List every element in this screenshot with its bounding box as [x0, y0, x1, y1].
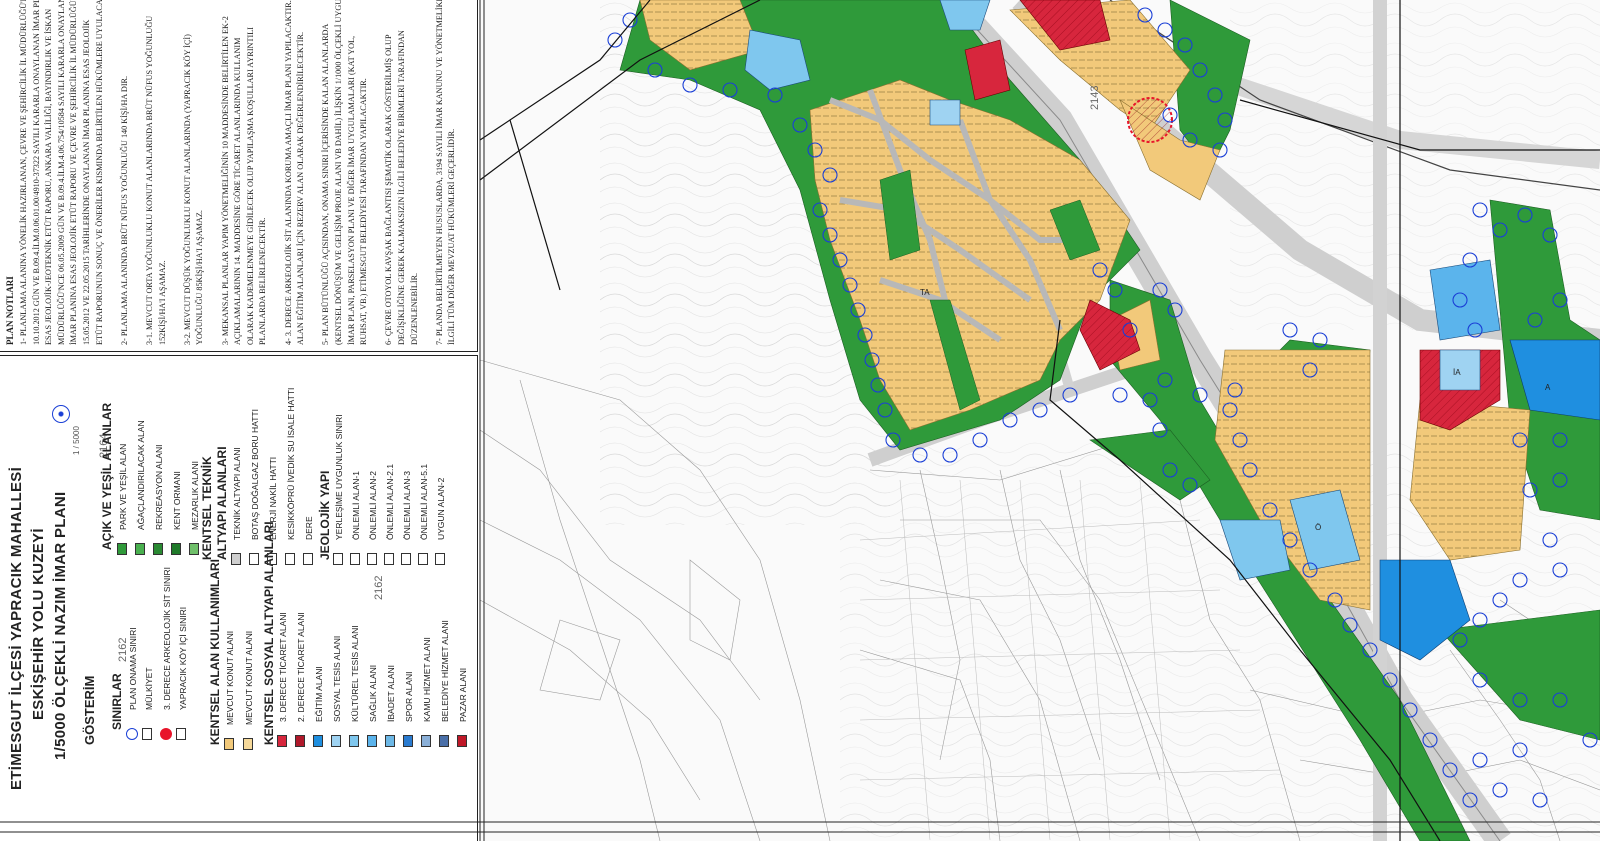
plan-note-line: 4- 3. DERECE ARKEOLOJİK SİT ALANINDA KOR…	[283, 0, 293, 345]
zone-code-label: TA	[920, 288, 930, 297]
zone-code-label: Ö	[1315, 523, 1321, 532]
notes-heading: PLAN NOTLARI	[5, 276, 15, 345]
plan-note-line: DÜZENLENEBİLİR.	[409, 272, 419, 345]
plan-note-line: 3-1. MEVCUT ORTA YOĞUNLUKLU KONUT ALANLA…	[145, 15, 154, 345]
plan-note-line: (KENTSEL DÖNÜŞÜM VE GELİŞİM PROJE ALANI …	[334, 0, 343, 345]
plan-note-line: AÇIKLAMALARININ 14. MADDESİNE GÖRE TİCAR…	[233, 37, 243, 345]
plan-note-line: ETÜT RAPORUNUN SONUÇ VE ÖNERİLER KISMIND…	[94, 0, 104, 345]
plan-note-line: RUHSAT, VB.) ETİMESGUT BELEDİYESİ TARAFI…	[359, 78, 369, 345]
plan-note-line: PLANLARDA BELİRLENECEKTİR.	[258, 217, 268, 345]
plan-note-line: MÜDÜRLÜĞÜ'NCE 06.05.2009 GÜN VE B.09.4.İ…	[56, 0, 66, 345]
plan-note-line: DEĞİŞİKLİĞİNE GEREK KALMAKSIZIN İLGİLİ B…	[397, 30, 406, 345]
plan-note-line: 6- ÇEVRE OTOYOL KAVŞAK BAĞLANTISI ŞEMATİ…	[384, 34, 394, 345]
plan-note-line: ESAS JEOLOJİK-JEOTEKNİK ETÜT RAPORU, ANK…	[44, 8, 54, 345]
zone-code-label: A	[1545, 383, 1551, 392]
legend-border	[0, 355, 478, 841]
plan-note-line: ALAN EĞİTİM ALANLARI İÇİN REZERV ALAN OL…	[296, 31, 306, 345]
zone-code-label: İA	[1453, 368, 1461, 377]
plan-note-line: 15.05.2012 VE 22.05.2015 TARİHLERİNDE ON…	[82, 19, 91, 345]
plan-note-line: 152KİŞİ/HA'I AŞAMAZ.	[157, 260, 167, 345]
plan-note-line: 5- PLAN BÜTÜNLÜĞÜ AÇISINDAN, ONAMA SINIR…	[321, 23, 331, 345]
plan-note-line: 3- MEKANSAL PLANLAR YAPIM YÖNETMELİĞİNİN…	[220, 16, 230, 345]
plan-note-line: 1- PLANLAMA ALANINA YÖNELİK HAZIRLANAN, …	[19, 0, 28, 345]
plan-note-line: İLGİLİ TÜM DİĞER MEVZUAT HÜKÜMLERİ GEÇER…	[447, 128, 457, 345]
plan-note-line: OLARAK KADEMELENMEYE GİDİLECEK OLUP YAPI…	[245, 27, 255, 345]
plan-note-line: 3-2. MEVCUT DÜŞÜK YOĞUNLUKLU KONUT ALANL…	[182, 34, 192, 345]
plan-note-line: 10.10.2012 GÜN VE B.09.4.İLM.0.06.01.00/…	[31, 0, 41, 345]
plan-note-line: İMAR PLANINA ESAS JEOLOJİK ETÜT RAPORU V…	[69, 0, 79, 345]
plan-note-line: İMAR PLANI, PARSELASYON PLANI VE DİĞER İ…	[346, 35, 356, 345]
parcel-number-label: 2143	[1089, 86, 1101, 110]
plan-note-line: 2- PLANLAMA ALANINDA BRÜT NÜFUS YOĞUNLUĞ…	[119, 75, 129, 345]
planning-map-viewer[interactable]: 2162 2162 2164 2143 TA İA A Ö ETİMESGUT …	[0, 0, 1600, 841]
plan-note-line: YOĞUNLUĞU 85KİŞİ/HA'I AŞAMAZ.	[195, 210, 205, 345]
plan-note-line: 7- PLANDA BELİRTİLMEYEN HUSUSLARDA, 3194…	[434, 0, 444, 345]
